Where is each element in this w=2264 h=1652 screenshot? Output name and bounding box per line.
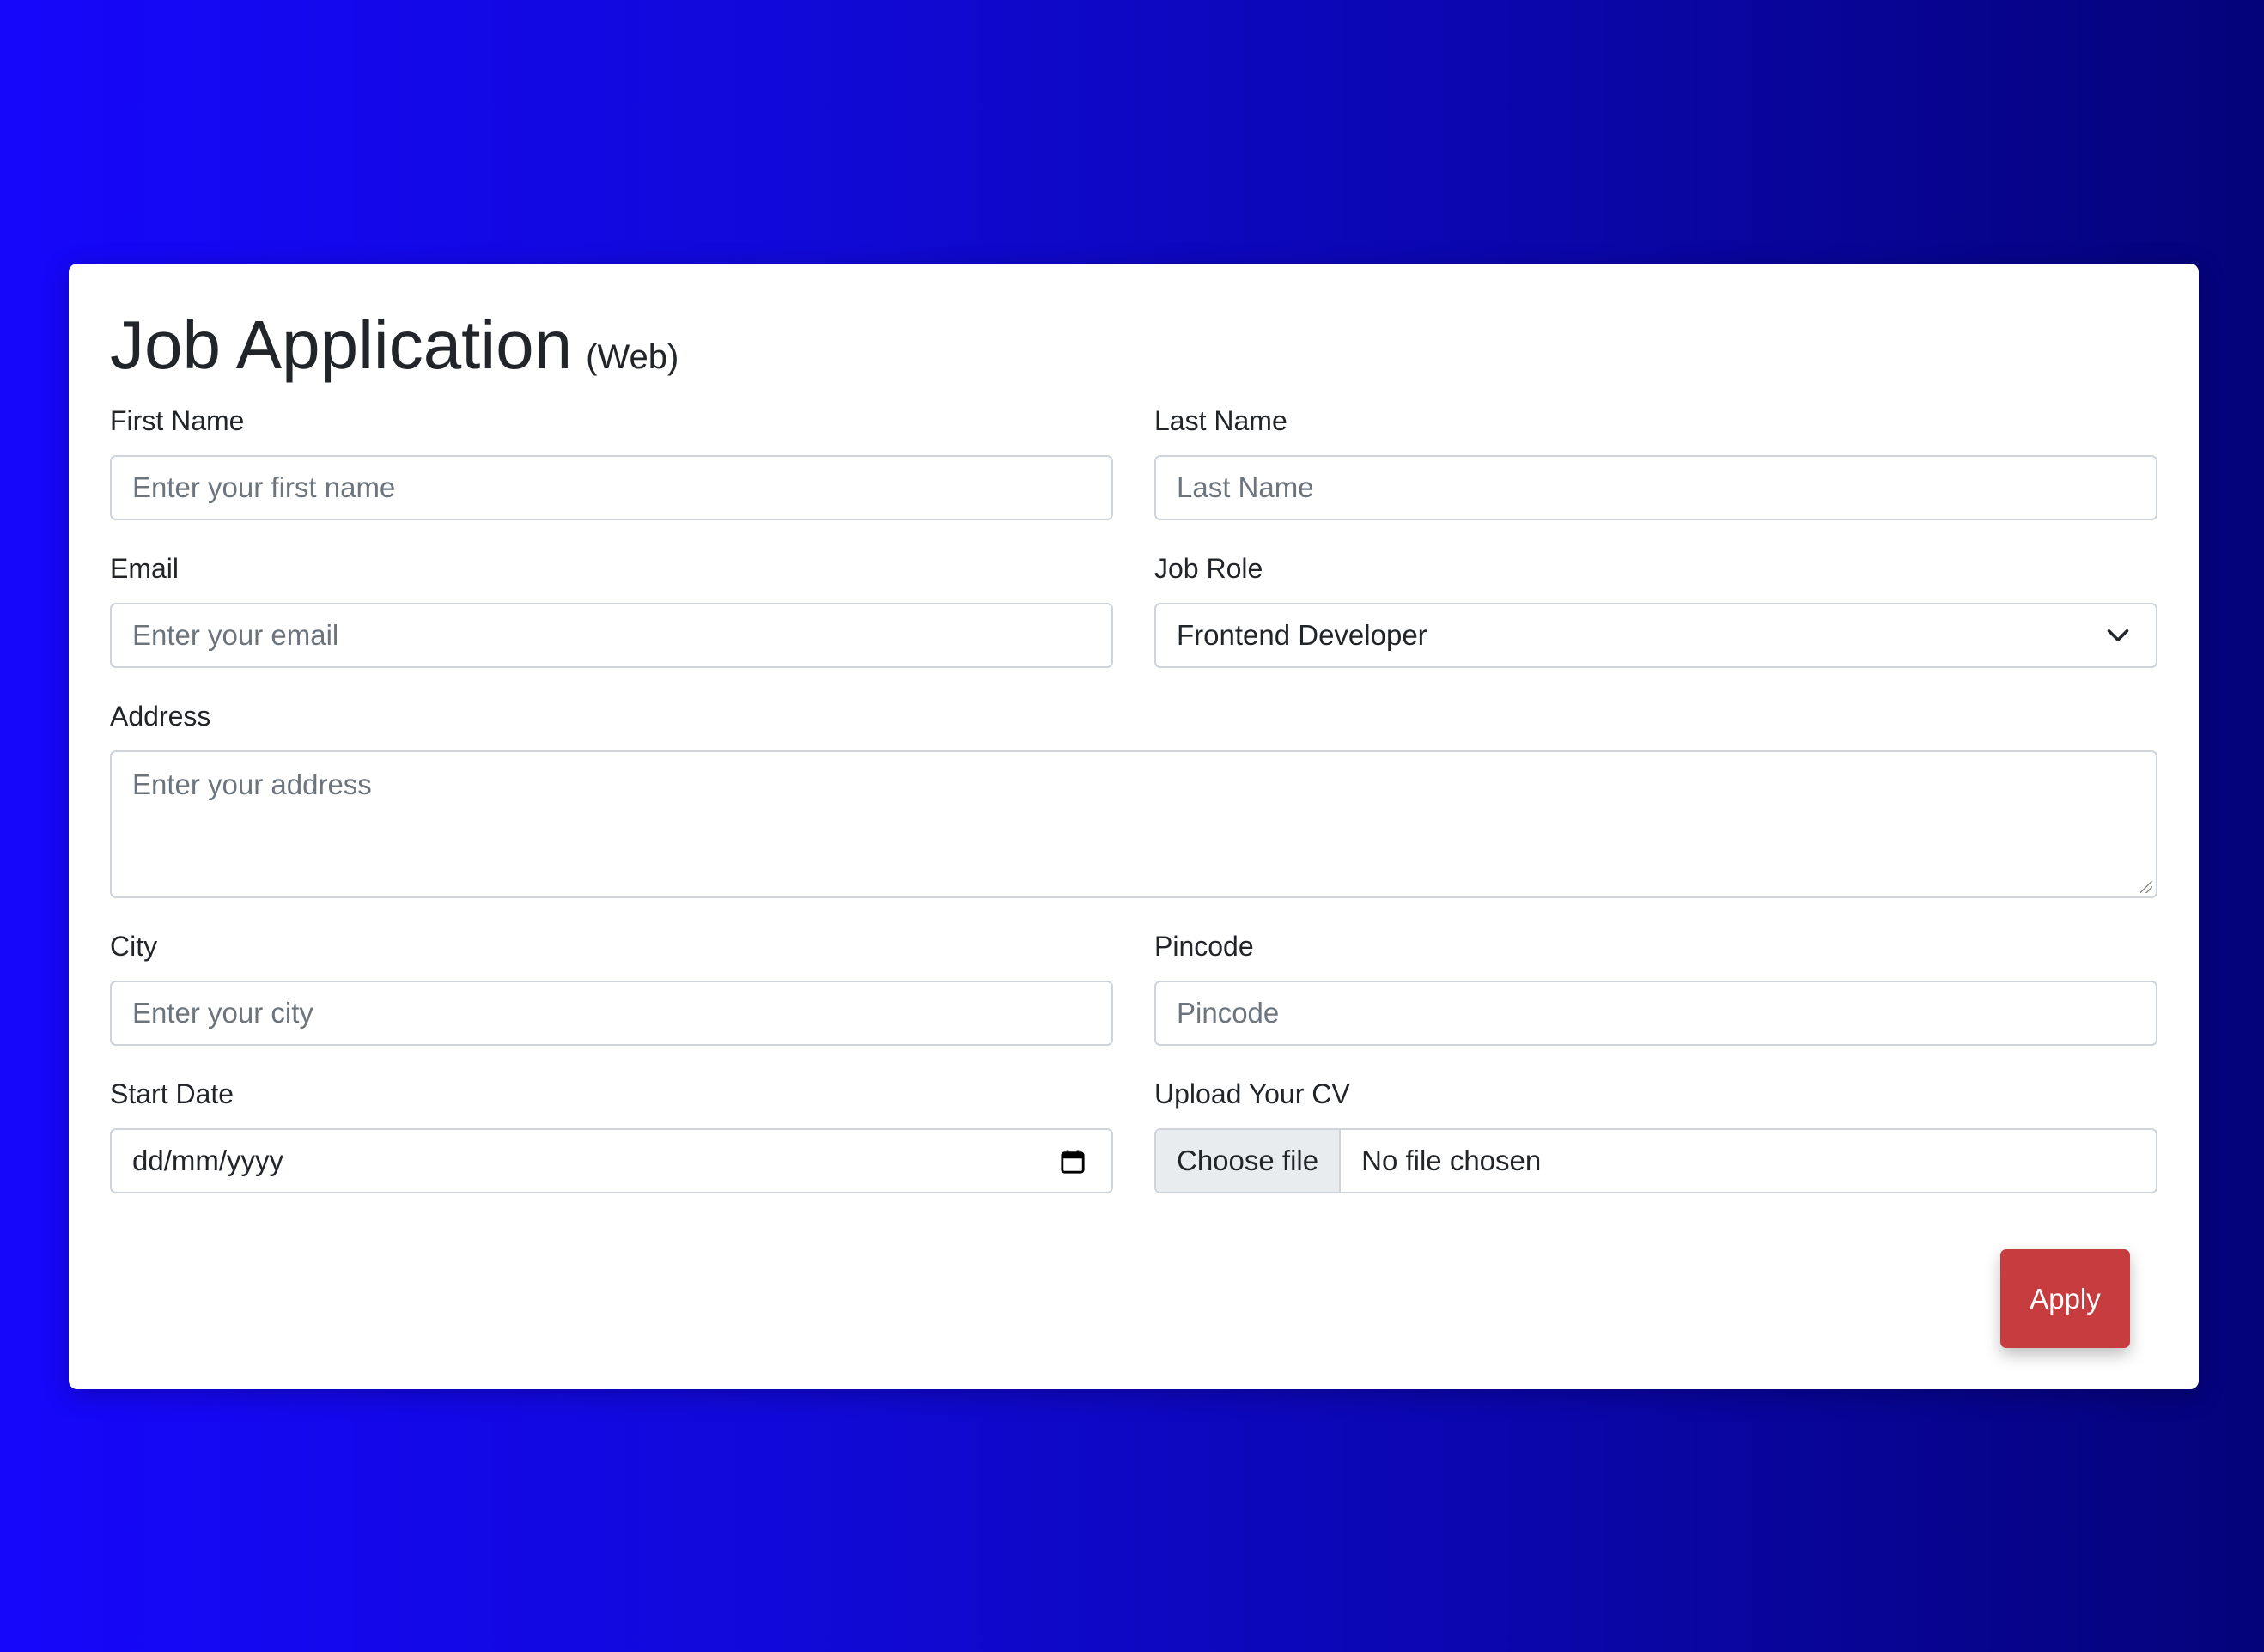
chevron-down-icon	[2107, 629, 2129, 641]
job-role-group: Job Role	[1154, 551, 1263, 586]
start-date-group: Start Date	[110, 1077, 234, 1111]
address-group: Address	[110, 699, 210, 733]
cv-upload-input[interactable]: Choose file No file chosen	[1154, 1128, 2157, 1193]
choose-file-button[interactable]: Choose file	[1156, 1130, 1342, 1192]
address-label: Address	[110, 701, 211, 732]
pincode-label: Pincode	[1154, 931, 1254, 962]
resize-grip-icon[interactable]	[2140, 881, 2152, 893]
last-name-label: Last Name	[1154, 405, 1287, 436]
start-date-value: dd/mm/yyyy	[132, 1145, 284, 1176]
cv-upload-label: Upload Your CV	[1154, 1078, 1350, 1109]
start-date-input[interactable]: dd/mm/yyyy	[110, 1128, 1113, 1193]
apply-button[interactable]: Apply	[2000, 1249, 2130, 1348]
city-label: City	[110, 931, 158, 962]
start-date-label: Start Date	[110, 1078, 234, 1109]
job-role-selected-value: Frontend Developer	[1177, 619, 1427, 651]
calendar-icon[interactable]	[1060, 1149, 1086, 1175]
pincode-group: Pincode	[1154, 929, 1254, 963]
email-group: Email	[110, 551, 179, 586]
file-status-text: No file chosen	[1361, 1145, 1542, 1176]
email-label: Email	[110, 553, 180, 584]
last-name-group: Last Name	[1154, 404, 1287, 438]
job-role-select[interactable]: Frontend Developer	[1154, 603, 2157, 668]
address-textarea[interactable]	[110, 750, 2157, 898]
job-role-label: Job Role	[1154, 553, 1263, 584]
address-wrapper	[110, 750, 2157, 898]
email-input[interactable]	[110, 603, 1113, 668]
application-card: Job Application (Web) First Name Last Nam…	[69, 264, 2199, 1389]
pincode-input[interactable]	[1154, 981, 2157, 1046]
page-title-text: Job Application	[110, 307, 573, 383]
first-name-label: First Name	[110, 405, 245, 436]
page-subtitle: (Web)	[586, 338, 679, 376]
cv-upload-group: Upload Your CV	[1154, 1077, 1350, 1111]
city-input[interactable]	[110, 981, 1113, 1046]
city-group: City	[110, 929, 157, 963]
first-name-input[interactable]	[110, 455, 1113, 520]
last-name-input[interactable]	[1154, 455, 2157, 520]
first-name-group: First Name	[110, 404, 244, 438]
page-title: Job Application (Web)	[110, 307, 679, 396]
